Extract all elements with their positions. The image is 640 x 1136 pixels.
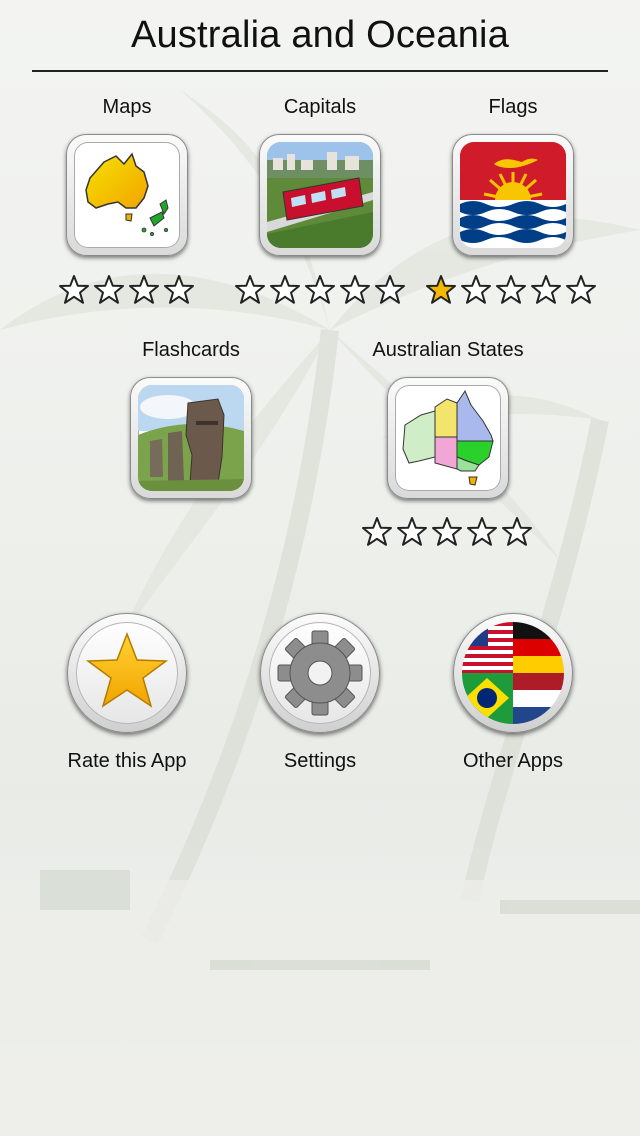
star-empty-icon [502, 517, 532, 546]
flags-tile-button[interactable] [452, 134, 574, 256]
game-flashcards-label: Flashcards [142, 339, 240, 361]
star-empty-icon [375, 275, 405, 304]
star-filled-icon [426, 275, 456, 304]
game-capitals[interactable]: Capitals [220, 94, 420, 120]
star-empty-icon [566, 275, 596, 304]
star-icon [76, 622, 178, 724]
australian-states-map-icon [395, 385, 501, 491]
star-empty-icon [531, 275, 561, 304]
world-flags-icon [462, 622, 564, 724]
settings-button[interactable] [260, 613, 380, 733]
other-apps-button[interactable] [453, 613, 573, 733]
star-empty-icon [94, 275, 124, 304]
easter-island-moai-icon [138, 385, 244, 491]
rate-app-label: Rate this App [67, 750, 187, 772]
game-australian-states-label: Australian States [372, 339, 524, 361]
game-maps-label: Maps [102, 96, 152, 118]
star-empty-icon [235, 275, 265, 304]
game-capitals-label: Capitals [283, 96, 357, 118]
game-flags-label: Flags [488, 96, 538, 118]
page-title: Australia and Oceania [130, 14, 510, 56]
star-empty-icon [461, 275, 491, 304]
australian-states-stars [361, 516, 533, 548]
flags-stars [425, 274, 597, 306]
title-divider [32, 70, 608, 72]
gear-icon [269, 622, 371, 724]
rate-app-button[interactable] [67, 613, 187, 733]
star-empty-icon [305, 275, 335, 304]
wellington-cable-car-icon [267, 142, 373, 248]
star-empty-icon [270, 275, 300, 304]
game-flashcards[interactable]: Flashcards [91, 337, 291, 363]
star-empty-icon [397, 517, 427, 546]
flashcards-tile-button[interactable] [130, 377, 252, 499]
capitals-tile-button[interactable] [259, 134, 381, 256]
capitals-stars [234, 274, 406, 306]
settings-label: Settings [283, 750, 357, 772]
star-empty-icon [362, 517, 392, 546]
star-empty-icon [164, 275, 194, 304]
maps-tile-button[interactable] [66, 134, 188, 256]
australia-nz-map-icon [74, 142, 180, 248]
game-australian-states[interactable]: Australian States [348, 337, 548, 363]
other-apps-label: Other Apps [462, 750, 564, 772]
game-flags[interactable]: Flags [413, 94, 613, 120]
star-empty-icon [340, 275, 370, 304]
australian-states-tile-button[interactable] [387, 377, 509, 499]
maps-stars [58, 274, 195, 306]
kiribati-flag-icon [460, 142, 566, 248]
star-empty-icon [432, 517, 462, 546]
star-empty-icon [496, 275, 526, 304]
star-empty-icon [129, 275, 159, 304]
star-empty-icon [467, 517, 497, 546]
game-maps[interactable]: Maps [27, 94, 227, 120]
star-empty-icon [59, 275, 89, 304]
